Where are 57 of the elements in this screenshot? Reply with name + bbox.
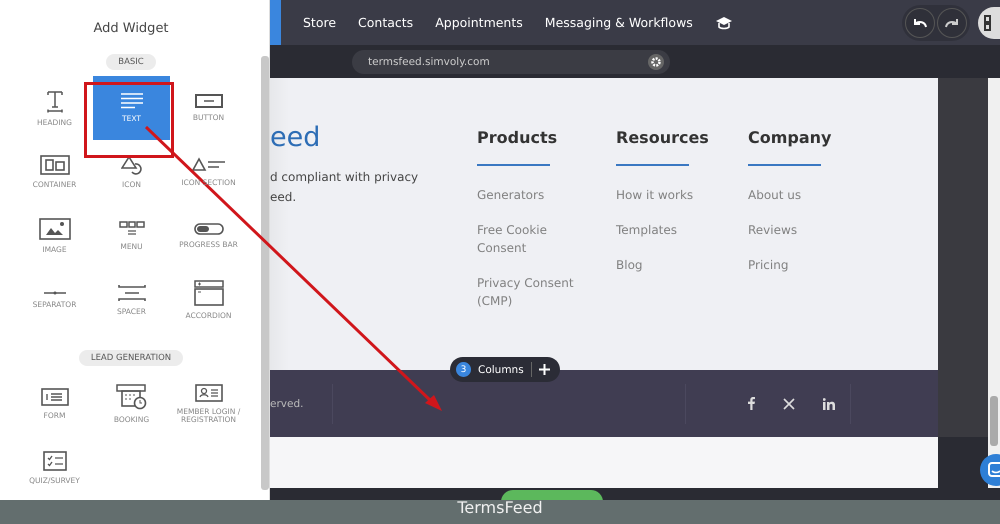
icon-section-icon <box>192 156 226 173</box>
footer-link[interactable]: Blog <box>616 256 643 274</box>
image-icon <box>38 218 70 240</box>
form-icon <box>40 388 68 406</box>
accordion-icon <box>194 280 224 306</box>
text-lines-icon <box>120 92 144 109</box>
footer-link[interactable]: About us <box>748 186 802 204</box>
nav-link[interactable]: Messaging & Workflows <box>544 15 693 30</box>
section-label: LEAD GENERATION <box>78 350 184 366</box>
heading-icon <box>44 88 64 113</box>
brand-name: eed <box>270 124 322 151</box>
column-heading: Company <box>748 128 832 147</box>
footer-link[interactable]: How it works <box>616 186 694 204</box>
settings-icon[interactable] <box>648 54 664 70</box>
menu-blocks-icon <box>118 220 144 237</box>
tab-marker <box>270 0 281 45</box>
calendar-clock-icon <box>116 384 148 410</box>
count-badge: 3 <box>456 362 471 377</box>
column-heading: Resources <box>616 128 709 147</box>
column-heading: Products <box>477 128 558 147</box>
tagline: d compliant with privacy eed. <box>270 169 420 206</box>
id-card-icon <box>194 384 222 402</box>
undo-button[interactable] <box>905 8 935 38</box>
plus-icon[interactable] <box>538 364 550 375</box>
footer-link[interactable]: Templates <box>616 221 678 239</box>
footer-link[interactable]: Free Cookie Consent <box>477 221 577 257</box>
footer-link[interactable]: Reviews <box>748 221 798 239</box>
facebook-icon[interactable] <box>748 397 755 410</box>
copyright-text: erved. <box>270 398 304 410</box>
panel-title: Add Widget <box>92 21 170 36</box>
footer-link[interactable]: Pricing <box>748 256 788 274</box>
footer-link[interactable]: Generators <box>477 186 544 204</box>
url-field[interactable]: termsfeed.simvoly.com <box>352 50 670 74</box>
redo-button[interactable] <box>937 8 967 38</box>
checklist-icon <box>42 450 66 471</box>
caption-text: TermsFeed <box>457 498 543 516</box>
squares-icon <box>984 14 994 30</box>
columns-label: Columns <box>478 364 524 376</box>
container-icon <box>40 154 70 175</box>
section-label: BASIC <box>106 54 156 70</box>
footer-link[interactable]: Privacy Consent (CMP) <box>477 274 577 310</box>
progress-bar-icon <box>194 222 224 235</box>
graduation-cap-icon[interactable] <box>714 16 733 30</box>
separator-icon <box>42 290 66 295</box>
undo-icon <box>913 18 927 28</box>
scrollbar[interactable] <box>261 56 269 490</box>
nav-link[interactable]: Store <box>303 15 336 30</box>
nav-link[interactable]: Appointments <box>435 15 523 30</box>
qr-button[interactable] <box>978 6 1000 38</box>
nav-link[interactable]: Contacts <box>358 15 414 30</box>
scrollbar[interactable] <box>990 396 998 446</box>
redo-icon <box>945 18 959 28</box>
button-icon <box>194 94 222 108</box>
linkedin-icon[interactable] <box>823 398 835 410</box>
columns-toolbar[interactable]: 3 Columns <box>450 357 560 382</box>
x-logo-icon[interactable] <box>783 398 795 410</box>
spacer-icon <box>118 284 146 302</box>
